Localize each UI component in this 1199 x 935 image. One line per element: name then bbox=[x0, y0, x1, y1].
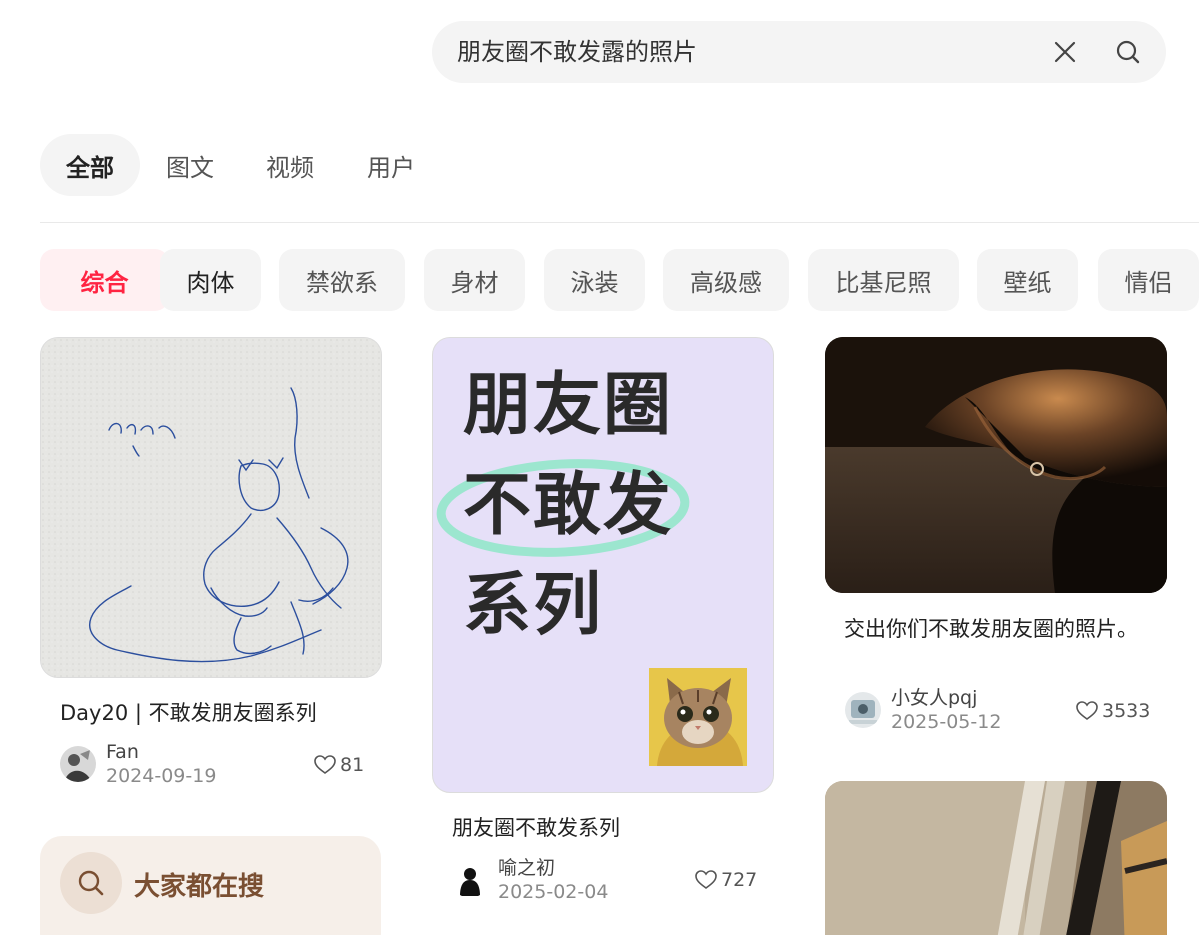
card-title[interactable]: 交出你们不敢发朋友圈的照片。 bbox=[844, 613, 1144, 645]
chip-wallpaper[interactable]: 壁纸 bbox=[977, 249, 1078, 311]
card-title[interactable]: Day20 | 不敢发朋友圈系列 bbox=[60, 697, 370, 729]
chip-comprehensive[interactable]: 综合 bbox=[40, 249, 169, 311]
like-count: 727 bbox=[721, 869, 758, 891]
like-button[interactable]: 3533 bbox=[1076, 700, 1150, 722]
post-date: 2025-02-04 bbox=[498, 881, 609, 903]
cover-line-3: 系列 bbox=[463, 566, 604, 645]
room-photo bbox=[825, 781, 1167, 935]
like-button[interactable]: 81 bbox=[314, 754, 364, 776]
chip-swimwear[interactable]: 泳装 bbox=[544, 249, 645, 311]
like-count: 3533 bbox=[1102, 700, 1151, 722]
heart-icon bbox=[314, 755, 336, 774]
cover-line-2: 不敢发 bbox=[463, 466, 674, 545]
card-title[interactable]: 朋友圈不敢发系列 bbox=[452, 812, 762, 844]
search-bar[interactable]: 朋友圈不敢发露的照片 bbox=[432, 21, 1166, 83]
tab-users[interactable]: 用户 bbox=[340, 134, 442, 196]
post-date: 2024-09-19 bbox=[106, 765, 217, 787]
avatar bbox=[845, 692, 881, 728]
tab-image-text[interactable]: 图文 bbox=[140, 134, 240, 196]
card-image-room[interactable] bbox=[825, 781, 1167, 935]
trending-searches-card[interactable]: 大家都在搜 bbox=[40, 836, 381, 935]
search-input[interactable]: 朋友圈不敢发露的照片 bbox=[457, 37, 697, 67]
search-icon bbox=[60, 852, 122, 914]
tab-video[interactable]: 视频 bbox=[240, 134, 340, 196]
chip-figure[interactable]: 身材 bbox=[424, 249, 525, 311]
chip-abstinent[interactable]: 禁欲系 bbox=[279, 249, 405, 311]
card-author[interactable]: Fan 2024-09-19 bbox=[60, 740, 216, 788]
avatar bbox=[452, 862, 488, 898]
cover-line-1: 朋友圈 bbox=[463, 366, 674, 445]
cat-sticker bbox=[649, 668, 747, 766]
card-image-text-cover[interactable]: 朋友圈 不敢发 系列 bbox=[432, 337, 774, 793]
card-author[interactable]: 喻之初 2025-02-04 bbox=[452, 856, 608, 904]
tab-all[interactable]: 全部 bbox=[40, 134, 140, 196]
chip-premium[interactable]: 高级感 bbox=[663, 249, 789, 311]
avatar bbox=[60, 746, 96, 782]
chip-bikini[interactable]: 比基尼照 bbox=[808, 249, 959, 311]
like-count: 81 bbox=[340, 754, 365, 776]
heart-icon bbox=[695, 870, 717, 889]
post-date: 2025-05-12 bbox=[891, 711, 1002, 733]
clear-icon[interactable] bbox=[1050, 37, 1080, 67]
heart-icon bbox=[1076, 701, 1098, 720]
card-image-photo[interactable] bbox=[825, 337, 1167, 593]
card-image-sketch[interactable] bbox=[40, 337, 382, 678]
search-icon[interactable] bbox=[1113, 37, 1143, 67]
author-name: Fan bbox=[106, 741, 139, 763]
like-button[interactable]: 727 bbox=[695, 869, 757, 891]
author-name: 小女人pqj bbox=[891, 687, 978, 709]
portrait-photo bbox=[825, 337, 1167, 593]
author-name: 喻之初 bbox=[498, 857, 556, 879]
trending-searches-label: 大家都在搜 bbox=[134, 872, 265, 902]
tabs-divider bbox=[40, 222, 1199, 223]
card-author[interactable]: 小女人pqj 2025-05-12 bbox=[845, 686, 1001, 734]
chip-couple[interactable]: 情侣 bbox=[1098, 249, 1199, 311]
chip-body[interactable]: 肉体 bbox=[160, 249, 261, 311]
sketch-illustration bbox=[41, 338, 381, 677]
content-type-tabs: 全部 图文 视频 用户 bbox=[40, 134, 442, 196]
